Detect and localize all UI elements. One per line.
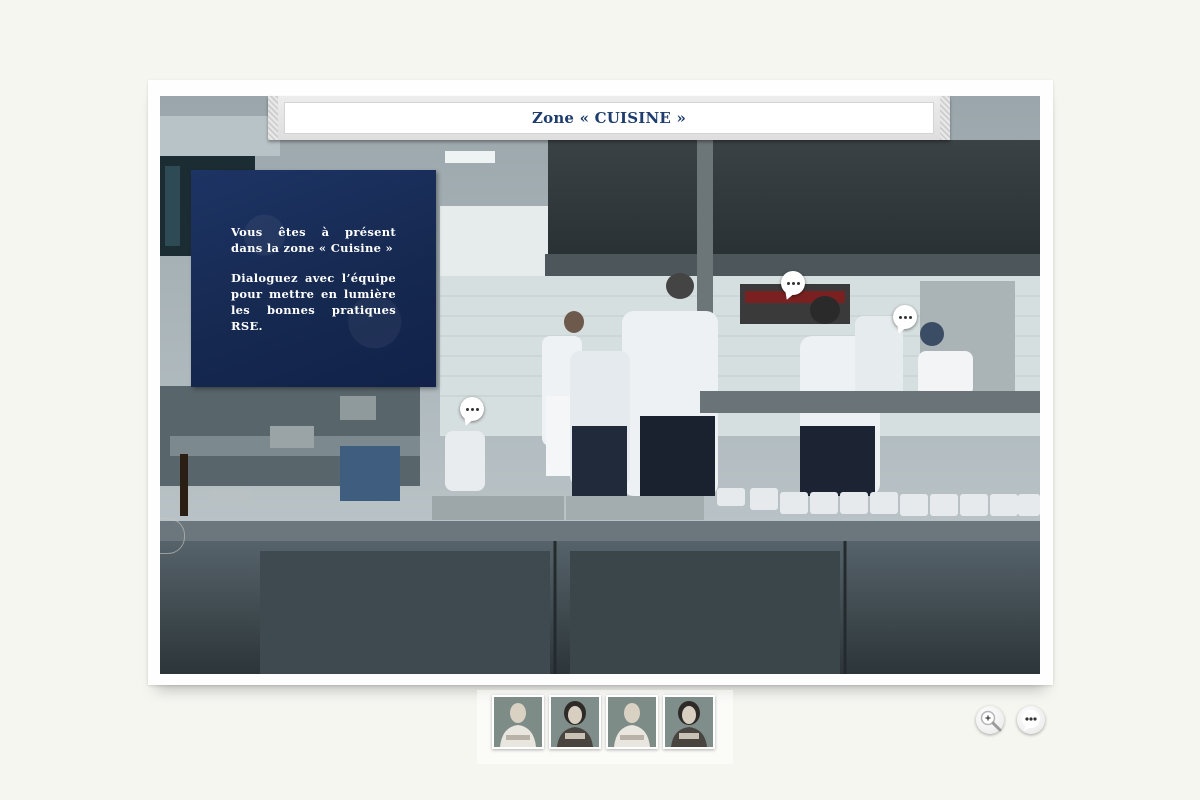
magnifier-plus-icon xyxy=(980,710,1002,732)
speech-bubble-icon xyxy=(786,281,800,285)
dialogue-hotspot-left[interactable] xyxy=(460,397,484,421)
dialogue-hotspot-right[interactable] xyxy=(893,305,917,329)
character-thumb-1[interactable] xyxy=(492,695,544,749)
speech-bubble-icon xyxy=(1022,710,1040,731)
speech-bubble-icon xyxy=(898,315,912,319)
person-portrait xyxy=(608,697,656,747)
speech-bubble-icon xyxy=(465,407,479,411)
dialogue-hotspot-center[interactable] xyxy=(781,271,805,295)
zone-info-intro: Vous êtes à présent dans la zone « Cuisi… xyxy=(231,225,396,255)
dialogue-menu-button[interactable] xyxy=(1017,706,1045,734)
person-portrait xyxy=(494,697,542,747)
zone-info-panel: Vous êtes à présent dans la zone « Cuisi… xyxy=(191,170,436,387)
zoom-button[interactable] xyxy=(976,706,1004,734)
zone-title-plate: Zone « CUISINE » xyxy=(284,102,934,134)
zone-info-instruction: Dialoguez avec l’équipe pour mettre en l… xyxy=(231,271,396,333)
person-portrait xyxy=(551,697,599,747)
character-thumb-3[interactable] xyxy=(606,695,658,749)
zone-title: Zone « CUISINE » xyxy=(531,109,687,127)
character-thumb-2[interactable] xyxy=(549,695,601,749)
character-thumb-4[interactable] xyxy=(663,695,715,749)
zone-title-banner: Zone « CUISINE » xyxy=(268,96,950,140)
character-selector xyxy=(477,690,733,764)
person-portrait xyxy=(665,697,713,747)
